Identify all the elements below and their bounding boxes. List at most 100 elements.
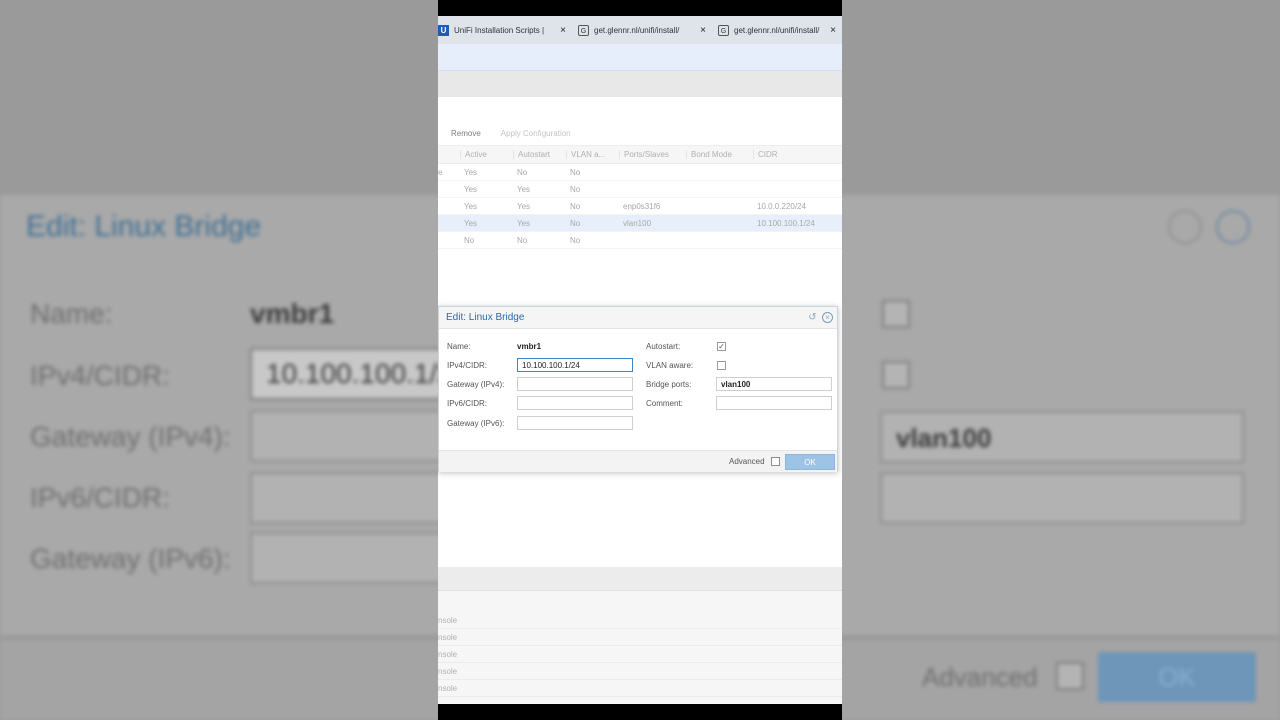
- cell-autostart: Yes: [517, 184, 531, 194]
- address-bar[interactable]: [438, 44, 842, 71]
- tab-glennr-install-1[interactable]: G get.glennr.nl/unifi/install/ ×: [572, 16, 712, 44]
- cell-vlan-aware: No: [570, 184, 581, 194]
- table-row[interactable]: Yes Yes No: [438, 181, 842, 198]
- lower-panel-header: [438, 567, 842, 591]
- list-item[interactable]: nsole: [438, 663, 842, 680]
- table-row[interactable]: Yes Yes No enp0s31f6 10.0.0.220/24: [438, 198, 842, 215]
- cell-ports: vlan100: [623, 218, 652, 228]
- screen-recording-strip: U UniFi Installation Scripts | × G get.g…: [438, 0, 842, 720]
- bg-comment-field: [880, 472, 1244, 524]
- cell-vlan-aware: No: [570, 218, 581, 228]
- dialog-title: Edit: Linux Bridge: [446, 312, 525, 323]
- bridge-ports-label: Bridge ports:: [646, 380, 692, 389]
- cell-vlan-aware: No: [570, 167, 581, 177]
- bg-autostart-checkbox: [882, 300, 910, 328]
- vlan-aware-checkbox[interactable]: [717, 361, 726, 370]
- name-label: Name:: [447, 342, 471, 351]
- col-bond-mode[interactable]: Bond Mode: [686, 150, 753, 159]
- bg-dialog-title: Edit: Linux Bridge: [26, 210, 262, 243]
- table-row[interactable]: e Yes No No: [438, 164, 842, 181]
- bg-bridge-ports-value: vlan100: [896, 423, 992, 453]
- bg-name-value: vmbr1: [250, 298, 335, 329]
- gateway-ipv4-label: Gateway (IPv4):: [447, 380, 505, 389]
- bg-advanced-label: Advanced: [922, 662, 1038, 692]
- col-autostart[interactable]: Autostart: [513, 150, 566, 159]
- col-cidr[interactable]: CIDR: [753, 150, 842, 159]
- cell-active: No: [464, 235, 475, 245]
- bridge-ports-input[interactable]: [716, 377, 832, 391]
- edit-linux-bridge-dialog: Edit: Linux Bridge ↺ × Name: vmbr1 IPv4/…: [438, 306, 838, 472]
- comment-label: Comment:: [646, 399, 683, 408]
- bg-gw6-field: [250, 532, 450, 584]
- col-ports-slaves[interactable]: Ports/Slaves: [619, 150, 686, 159]
- advanced-label: Advanced: [729, 457, 765, 466]
- comment-input[interactable]: [716, 396, 832, 410]
- close-icon[interactable]: ×: [822, 312, 833, 323]
- network-toolbar: Remove Apply Configuration: [438, 122, 842, 146]
- bg-bridge-ports-field: vlan100: [880, 411, 1244, 463]
- browser-window: U UniFi Installation Scripts | × G get.g…: [438, 16, 842, 704]
- gateway-ipv6-input[interactable]: [517, 416, 633, 430]
- list-item[interactable]: nsole: [438, 612, 842, 629]
- remove-button[interactable]: Remove: [444, 129, 488, 138]
- cell-vlan-aware: No: [570, 201, 581, 211]
- col-vlan-aware[interactable]: VLAN a...: [566, 150, 619, 159]
- close-icon[interactable]: ×: [556, 25, 570, 36]
- cell-autostart: No: [517, 235, 528, 245]
- network-grid: Active Autostart VLAN a... Ports/Slaves …: [438, 146, 842, 249]
- col-active[interactable]: Active: [460, 150, 513, 159]
- browser-tab-bar: U UniFi Installation Scripts | × G get.g…: [438, 16, 842, 44]
- bg-ipv4-field: 10.100.100.1/24: [250, 348, 468, 400]
- cell-active: Yes: [464, 201, 478, 211]
- gateway-ipv6-label: Gateway (IPv6):: [447, 419, 505, 428]
- bg-ipv4-label: IPv4/CIDR:: [30, 360, 171, 391]
- cell-autostart: No: [517, 167, 528, 177]
- close-icon[interactable]: ×: [826, 25, 840, 36]
- autostart-checkbox[interactable]: ✓: [717, 342, 726, 351]
- name-value: vmbr1: [517, 342, 542, 351]
- cell-autostart: Yes: [517, 218, 531, 228]
- autostart-label: Autostart:: [646, 342, 681, 351]
- ipv6-cidr-label: IPv6/CIDR:: [447, 399, 488, 408]
- cell-cidr: 10.0.0.220/24: [757, 201, 806, 211]
- bg-close-icon: [1216, 210, 1250, 244]
- tab-unifi-installation-scripts[interactable]: U UniFi Installation Scripts | ×: [438, 16, 572, 44]
- bg-advanced-checkbox: [1056, 662, 1084, 690]
- ipv4-cidr-input[interactable]: [517, 358, 633, 372]
- list-item[interactable]: nsole: [438, 680, 842, 697]
- gateway-ipv4-input[interactable]: [517, 377, 633, 391]
- bg-reset-icon: [1168, 210, 1202, 244]
- cell-active: Yes: [464, 218, 478, 228]
- dialog-footer: Advanced OK: [439, 450, 837, 472]
- glennr-favicon-icon: G: [578, 24, 589, 36]
- bg-gw4-label: Gateway (IPv4):: [30, 421, 231, 452]
- tab-glennr-install-2[interactable]: G get.glennr.nl/unifi/install/ ×: [712, 16, 842, 44]
- row-lead: e: [438, 167, 443, 177]
- bg-ipv6-label: IPv6/CIDR:: [30, 482, 171, 513]
- table-row[interactable]: No No No: [438, 232, 842, 249]
- dialog-header: Edit: Linux Bridge ↺ ×: [439, 307, 837, 329]
- ok-button[interactable]: OK: [785, 454, 835, 470]
- table-row-selected[interactable]: Yes Yes No vlan100 10.100.100.1/24: [438, 215, 842, 232]
- bg-ok-button: OK: [1098, 652, 1256, 702]
- cell-ports: enp0s31f6: [623, 201, 661, 211]
- unifi-favicon-icon: U: [438, 24, 449, 36]
- list-item[interactable]: nsole: [438, 629, 842, 646]
- grid-header: Active Autostart VLAN a... Ports/Slaves …: [438, 146, 842, 164]
- close-icon[interactable]: ×: [696, 25, 710, 36]
- advanced-checkbox[interactable]: [771, 457, 780, 466]
- bg-gw4-field: [250, 410, 450, 462]
- glennr-favicon-icon: G: [718, 24, 729, 36]
- bg-name-label: Name:: [30, 298, 113, 329]
- bg-vlan-checkbox: [882, 361, 910, 389]
- cell-vlan-aware: No: [570, 235, 581, 245]
- reset-icon[interactable]: ↺: [807, 312, 818, 323]
- apply-configuration-button[interactable]: Apply Configuration: [494, 129, 578, 138]
- tab-title: get.glennr.nl/unifi/install/: [734, 25, 820, 35]
- ipv4-cidr-label: IPv4/CIDR:: [447, 361, 488, 370]
- lower-panel: nsole nsole nsole nsole nsole: [438, 567, 842, 704]
- list-item[interactable]: nsole: [438, 646, 842, 663]
- ipv6-cidr-input[interactable]: [517, 396, 633, 410]
- tab-title: UniFi Installation Scripts |: [454, 25, 545, 35]
- cell-active: Yes: [464, 167, 478, 177]
